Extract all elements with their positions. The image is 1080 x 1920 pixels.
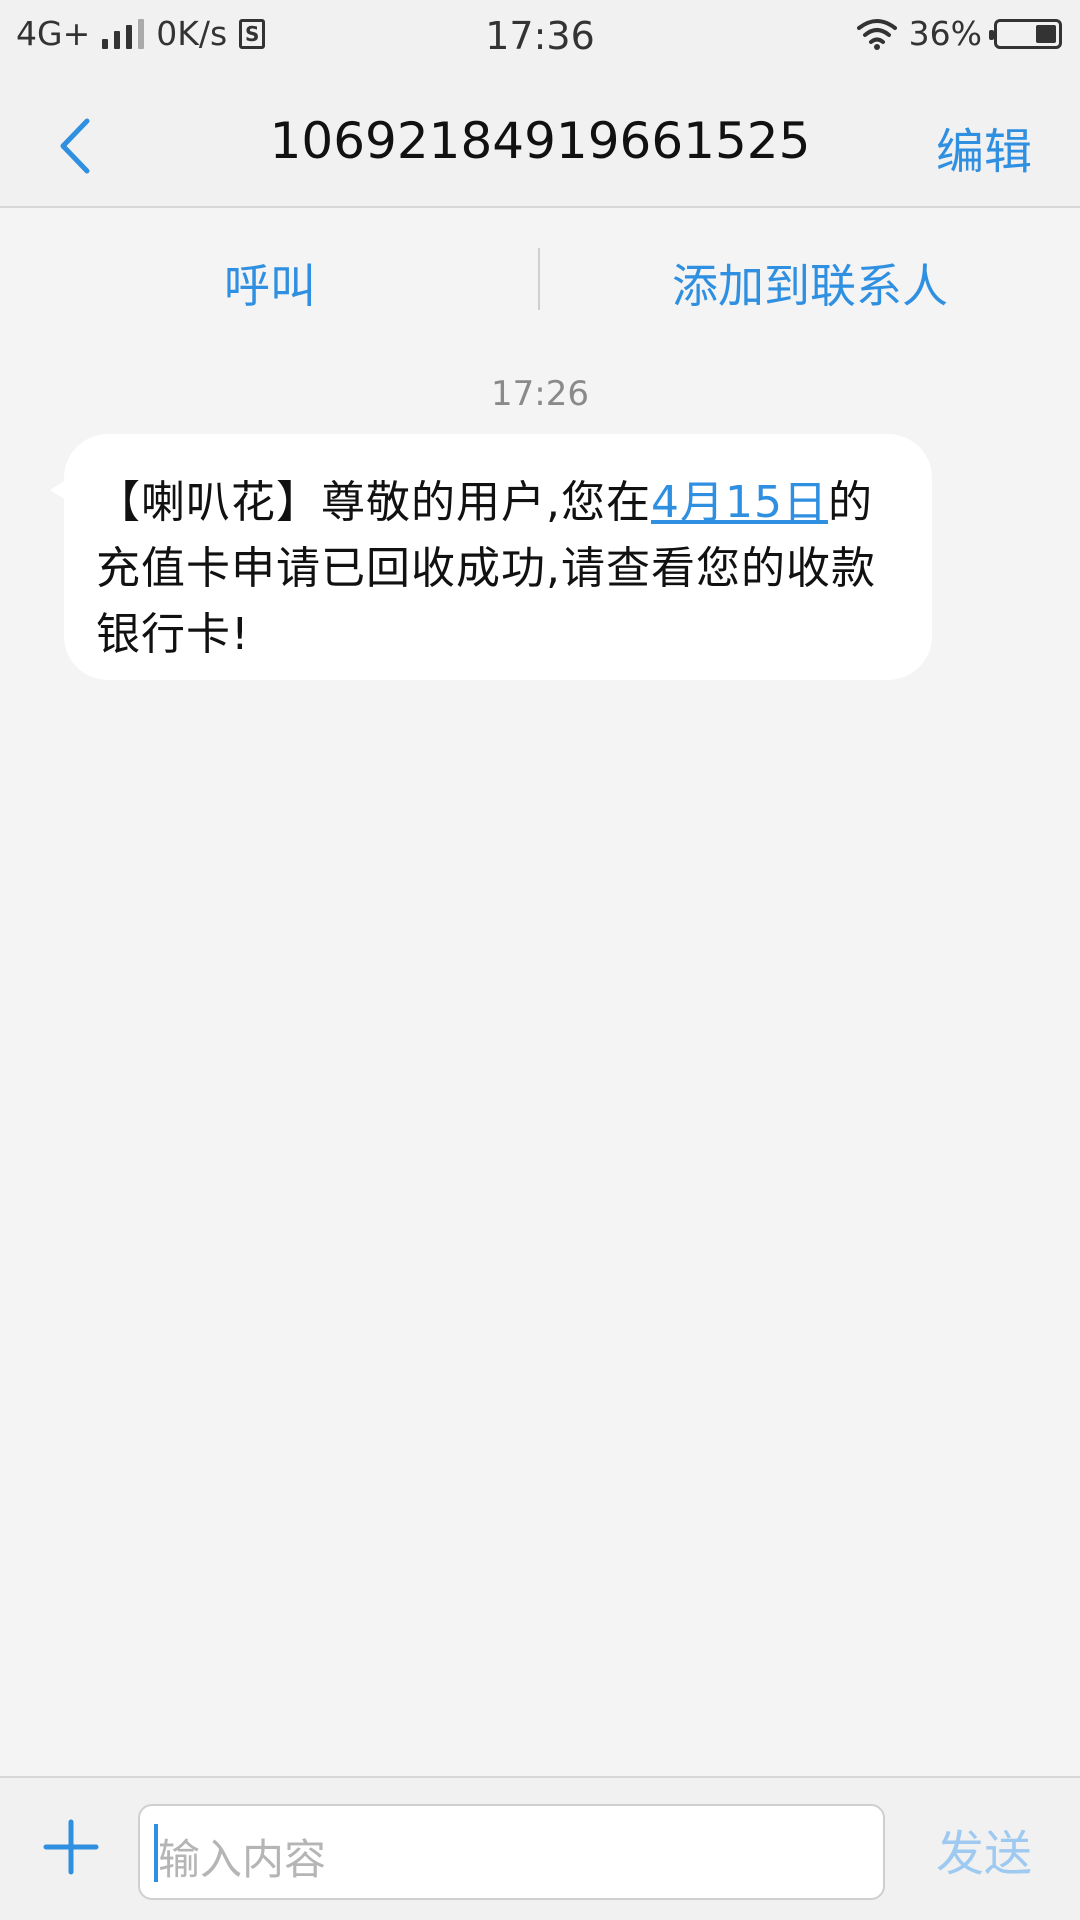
add-contact-button[interactable]: 添加到联系人 <box>540 250 1080 316</box>
battery-percent: 36% <box>908 14 982 53</box>
battery-icon <box>989 18 1062 49</box>
message-input[interactable]: 输入内容 <box>138 1804 885 1900</box>
call-button[interactable]: 呼叫 <box>0 250 540 316</box>
edit-button[interactable]: 编辑 <box>936 112 1032 182</box>
page-title: 10692184919661525 <box>269 112 811 170</box>
nav-bar: 10692184919661525 编辑 <box>0 76 1080 208</box>
status-right: 36% <box>856 14 1062 53</box>
message-timestamp: 17:26 <box>491 374 589 414</box>
date-link[interactable]: 4月15日 <box>651 477 828 528</box>
battery-level <box>1036 24 1056 43</box>
attach-button[interactable] <box>40 1816 102 1878</box>
contact-actions: 呼叫 添加到联系人 <box>0 208 1080 348</box>
message-text-before: 【喇叭花】尊敬的用户,您在 <box>96 477 651 528</box>
send-button[interactable]: 发送 <box>936 1814 1032 1884</box>
compose-bar: 输入内容 发送 <box>0 1776 1080 1920</box>
wifi-icon <box>856 18 897 50</box>
status-bar: 4G+ 0K/s S 17:36 36% <box>0 0 1080 76</box>
input-placeholder: 输入内容 <box>158 1835 327 1884</box>
plus-icon <box>43 1819 99 1875</box>
message-bubble[interactable]: 【喇叭花】尊敬的用户,您在4月15日的充值卡申请已回收成功,请查看您的收款银行卡… <box>64 434 932 680</box>
